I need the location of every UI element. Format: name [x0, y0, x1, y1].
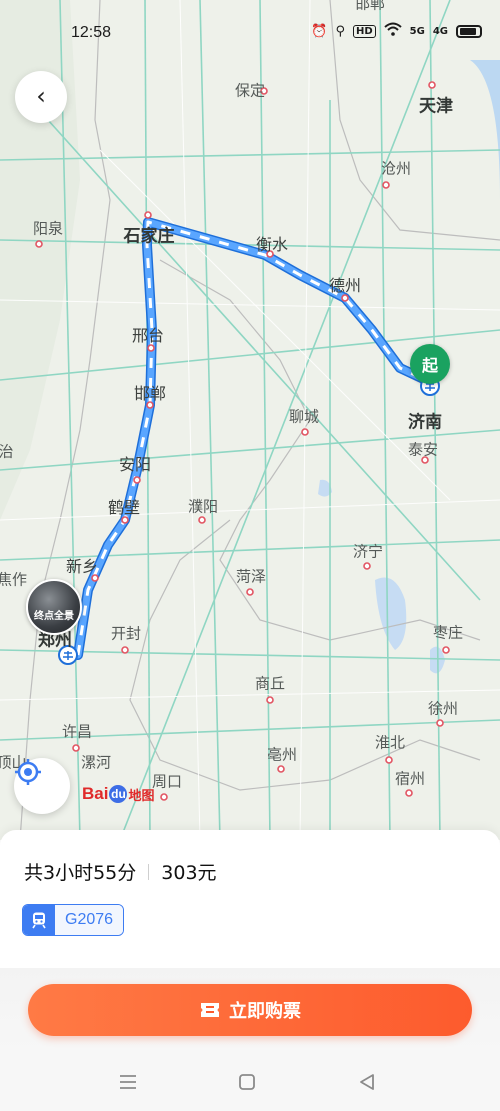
back-button[interactable]: ‹: [15, 71, 67, 123]
trip-summary-sheet: 共3小时55分 303元 G2076: [0, 830, 500, 970]
city-label-edge: 治: [0, 442, 14, 461]
logo-du: du: [109, 785, 128, 803]
city-label-liaocheng: 聊城: [288, 407, 320, 426]
city-label-suzhou: 宿州: [394, 769, 426, 788]
city-label-xuchang: 许昌: [61, 722, 93, 741]
city-label-xingtai: 邢台: [131, 326, 165, 345]
city-label-yangquan: 阳泉: [32, 219, 64, 238]
logo-map: 地图: [128, 787, 155, 803]
train-icon: [23, 905, 55, 935]
menu-icon: [120, 1075, 136, 1089]
ticket-icon: [201, 1003, 219, 1017]
home-icon: [239, 1074, 255, 1090]
system-back-button[interactable]: [355, 1070, 379, 1094]
logo-bai: Bai: [82, 784, 109, 803]
end-panorama-thumbnail[interactable]: 终点全景: [26, 579, 82, 635]
city-label-hebi: 鹤壁: [107, 498, 141, 517]
city-label-zhoukou: 周口: [151, 772, 183, 791]
city-label-shangqiu: 商丘: [254, 674, 286, 693]
alarm-icon: ⏰: [311, 23, 328, 39]
city-label-bozhou: 亳州: [266, 745, 298, 764]
locate-icon: [15, 759, 41, 785]
wifi-icon: [383, 22, 402, 40]
city-label-jining: 济宁: [352, 542, 384, 561]
system-nav-bar: [0, 1052, 500, 1111]
back-icon: [360, 1074, 374, 1090]
city-label-heze: 菏泽: [235, 567, 267, 586]
menu-button[interactable]: [116, 1070, 140, 1094]
status-bar: 12:58 ⏰ ⚲ HD 5G 4G: [0, 0, 500, 66]
city-label-puyang: 濮阳: [187, 497, 219, 516]
start-label: 起: [421, 356, 438, 375]
city-label-hengshui: 衡水: [255, 235, 289, 254]
city-label-huaibei: 淮北: [374, 733, 406, 752]
train-number: G2076: [55, 905, 124, 935]
trip-price: 303元: [161, 862, 217, 884]
map-view[interactable]: 保定 天津 沧州 阳泉 石家庄 衡水 德州 邢台 邯郸 聊城 济南 泰安 安阳 …: [0, 0, 500, 840]
baidu-map-logo: Bai du 地图: [82, 784, 154, 804]
hd-icon: HD: [352, 24, 376, 38]
city-label-luohe: 漯河: [80, 753, 112, 772]
city-label-handan: 邯郸: [133, 384, 167, 403]
city-label-baoding: 保定: [234, 81, 266, 100]
city-label-taian: 泰安: [407, 440, 439, 459]
battery-icon: [456, 24, 482, 38]
city-label-dezhou: 德州: [328, 276, 362, 295]
chevron-left-icon: ‹: [36, 81, 46, 110]
action-bar: 立即购票: [0, 968, 500, 1052]
trip-duration: 共3小时55分: [24, 862, 137, 884]
city-label-kaifeng: 开封: [110, 624, 142, 643]
city-label-xuzhou: 徐州: [427, 699, 459, 718]
home-button[interactable]: [235, 1070, 259, 1094]
city-label-zaozhuang: 枣庄: [432, 623, 464, 642]
location-icon: ⚲: [335, 23, 345, 39]
summary-divider: [148, 863, 150, 880]
status-icons: ⏰ ⚲ HD 5G 4G: [311, 22, 482, 40]
train-number-tag[interactable]: G2076: [22, 904, 125, 936]
city-label-jiaozuo: 焦作: [0, 570, 28, 589]
city-label-cangzhou: 沧州: [380, 159, 412, 178]
buy-ticket-label: 立即购票: [229, 1001, 301, 1022]
city-label-tianjin: 天津: [419, 96, 453, 117]
end-panorama-label: 终点全景: [34, 611, 74, 622]
city-label-jinan: 济南: [408, 412, 442, 433]
buy-ticket-button[interactable]: 立即购票: [28, 984, 472, 1036]
start-marker[interactable]: 起: [410, 344, 450, 384]
city-label-anyang: 安阳: [118, 455, 152, 474]
city-label-xinxiang: 新乡: [65, 557, 99, 576]
status-time: 12:58: [71, 24, 112, 41]
5g-signal-icon: 5G: [409, 25, 425, 37]
locate-button[interactable]: [14, 758, 70, 814]
trip-summary: 共3小时55分 303元: [24, 858, 217, 885]
city-label-shijiazhuang: 石家庄: [123, 226, 175, 247]
4g-signal-icon: 4G: [432, 25, 448, 37]
